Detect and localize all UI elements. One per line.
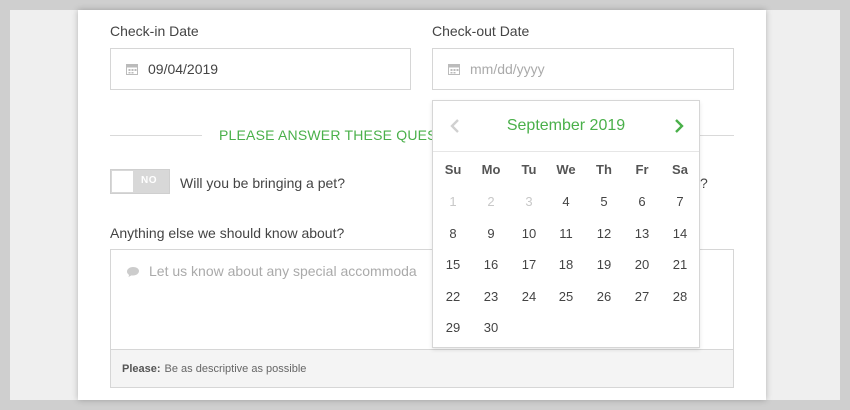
checkin-field[interactable]: 09/04/2019 [110,48,411,90]
pet-question: Will you be bringing a pet? [180,175,345,191]
toggle-knob [112,171,133,192]
weekday-header: We [556,162,576,177]
notes-hint-strong: Please: [122,362,161,375]
calendar-icon [126,63,138,75]
checkout-label: Check-out Date [432,23,530,39]
chevron-right-icon[interactable] [671,117,687,135]
section-title: PLEASE ANSWER THESE QUEST [219,127,446,143]
calendar-day[interactable]: 25 [548,289,584,304]
datepicker-separator [433,151,699,152]
datepicker-popup: September 2019 Su Mo Tu We Th Fr Sa 1 2 3 4 5 6 7 8 9 10… [432,100,700,348]
section-divider-right [700,135,734,136]
notes-label: Anything else we should know about? [110,225,345,241]
hidden-question-fragment: ? [700,175,708,191]
calendar-day: 3 [525,194,533,209]
weekday-header: Su [444,162,462,177]
notes-hint: Please: Be as descriptive as possible [110,349,734,388]
calendar-day[interactable]: 10 [511,226,547,241]
pet-toggle[interactable]: NO [110,169,170,194]
calendar-day[interactable]: 22 [435,289,471,304]
calendar-day[interactable]: 18 [548,257,584,272]
notes-placeholder: Let us know about any special accommoda [149,263,417,279]
calendar-day[interactable]: 8 [435,226,471,241]
calendar-icon [448,63,460,75]
calendar-day[interactable]: 26 [586,289,622,304]
checkin-label: Check-in Date [110,23,199,39]
calendar-day[interactable]: 9 [473,226,509,241]
calendar-day[interactable]: 17 [511,257,547,272]
calendar-day[interactable]: 7 [662,194,698,209]
calendar-day[interactable]: 27 [624,289,660,304]
weekday-header: Sa [672,162,688,177]
calendar-day[interactable]: 14 [662,226,698,241]
notes-hint-text: Be as descriptive as possible [164,362,307,375]
toggle-text: NO [141,175,157,186]
calendar-day[interactable]: 13 [624,226,660,241]
weekday-header: Mo [481,162,501,177]
chat-bubble-icon [126,265,140,283]
calendar-day[interactable]: 30 [473,320,509,335]
calendar-day[interactable]: 5 [586,194,622,209]
calendar-day[interactable]: 11 [548,226,584,241]
calendar-day[interactable]: 23 [473,289,509,304]
calendar-day[interactable]: 12 [586,226,622,241]
calendar-day: 2 [487,194,495,209]
calendar-day[interactable]: 28 [662,289,698,304]
calendar-day[interactable]: 15 [435,257,471,272]
calendar-day[interactable]: 21 [662,257,698,272]
weekday-header: Th [596,162,612,177]
section-divider-left [110,135,202,136]
checkout-field[interactable]: mm/dd/yyyy [432,48,734,90]
calendar-day[interactable]: 24 [511,289,547,304]
calendar-day[interactable]: 4 [548,194,584,209]
calendar-day: 1 [449,194,457,209]
datepicker-month: September 2019 [506,117,626,134]
calendar-day[interactable]: 6 [624,194,660,209]
calendar-day[interactable]: 20 [624,257,660,272]
checkout-placeholder: mm/dd/yyyy [470,61,545,77]
calendar-day[interactable]: 16 [473,257,509,272]
checkin-value: 09/04/2019 [148,61,219,77]
calendar-day[interactable]: 29 [435,320,471,335]
weekday-header: Tu [521,162,537,177]
weekday-header: Fr [635,162,649,177]
datepicker-header: September 2019 [433,101,699,151]
calendar-day[interactable]: 19 [586,257,622,272]
